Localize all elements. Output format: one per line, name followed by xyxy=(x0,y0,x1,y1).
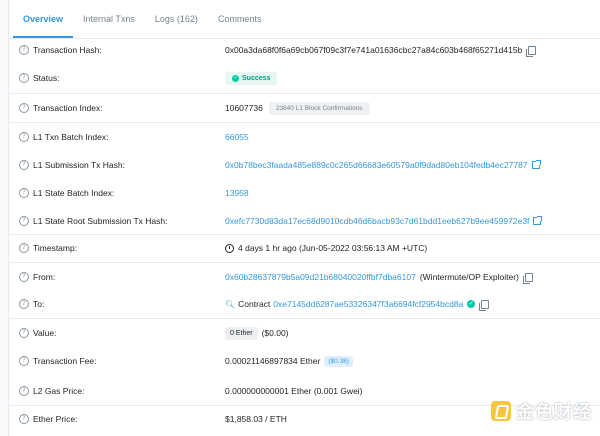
contract-prefix: Contract xyxy=(238,299,271,309)
question-circle-icon[interactable]: ? xyxy=(19,299,29,309)
tab-internal-txns[interactable]: Internal Txns xyxy=(73,0,145,38)
transaction-hash-label: Transaction Hash: xyxy=(33,45,102,55)
to-address-link[interactable]: 0xe7145dd6287ae53326347f3a6694fcf2954bcd… xyxy=(273,299,463,309)
question-circle-icon[interactable]: ? xyxy=(19,216,29,226)
row-l1-state-root-hash: ? L1 State Root Submission Tx Hash: 0xefc… xyxy=(9,207,600,235)
copy-icon[interactable] xyxy=(479,299,490,311)
transaction-index-label: Transaction Index: xyxy=(33,103,103,113)
question-circle-icon[interactable]: ? xyxy=(19,243,29,253)
row-l1-batch-index: ? L1 Txn Batch Index: 66055 xyxy=(9,123,600,151)
row-from: ? From: 0x60b28637879b5a09d21b68040020ffb… xyxy=(9,263,600,291)
question-circle-icon[interactable]: ? xyxy=(19,132,29,142)
question-circle-icon[interactable]: ? xyxy=(19,160,29,170)
tab-comments[interactable]: Comments xyxy=(208,0,272,38)
external-link-icon[interactable] xyxy=(531,160,541,169)
clock-icon xyxy=(225,243,234,253)
row-value: ? Value: 0 Ether ($0.00) xyxy=(9,319,600,347)
ether-price-value: $1,858.03 / ETH xyxy=(225,414,287,424)
transaction-fee-value: 0.00021146897834 Ether xyxy=(225,356,321,366)
question-circle-icon[interactable]: ? xyxy=(19,45,29,55)
check-circle-icon: ✓ xyxy=(232,74,239,82)
row-status: ? Status: ✓ Success xyxy=(9,64,600,92)
l1-submission-hash-link[interactable]: 0x0b78bec3faada485e889c0c265d66683e60579… xyxy=(225,160,528,170)
l1-batch-index-label: L1 Txn Batch Index: xyxy=(33,132,109,142)
question-circle-icon[interactable]: ? xyxy=(19,272,29,282)
timestamp-label: Timestamp: xyxy=(33,243,78,253)
watermark: 金色财经 xyxy=(491,398,592,424)
from-address-tag: (Wintermute/OP Exploiter) xyxy=(419,272,519,282)
question-circle-icon[interactable]: ? xyxy=(19,103,29,113)
copy-icon[interactable] xyxy=(526,45,537,57)
external-link-icon[interactable] xyxy=(533,216,543,225)
l1-submission-hash-label: L1 Submission Tx Hash: xyxy=(33,160,125,170)
question-circle-icon[interactable]: ? xyxy=(19,73,29,83)
question-circle-icon[interactable]: ? xyxy=(19,386,29,396)
transaction-hash-value: 0x00a3da68f0f6a69cb067f09c3f7e741a01636c… xyxy=(225,45,523,55)
question-circle-icon[interactable]: ? xyxy=(19,188,29,198)
value-amount-badge: 0 Ether xyxy=(225,326,258,340)
copy-icon[interactable] xyxy=(522,272,533,284)
transaction-details-card: Overview Internal Txns Logs (162) Commen… xyxy=(8,0,600,436)
row-l1-submission-hash: ? L1 Submission Tx Hash: 0x0b78bec3faada4… xyxy=(9,151,600,179)
watermark-logo-icon xyxy=(491,401,511,421)
question-circle-icon[interactable]: ? xyxy=(19,328,29,338)
tab-overview[interactable]: Overview xyxy=(13,0,74,38)
from-label: From: xyxy=(33,272,56,282)
l2-gas-price-label: L2 Gas Price: xyxy=(33,386,85,396)
ether-price-label: Ether Price: xyxy=(33,414,78,424)
row-to: ? To: 🔍︎ Contract 0xe7145dd6287ae53326347f3… xyxy=(9,290,600,318)
value-usd: ($0.00) xyxy=(261,328,289,338)
check-circle-icon: ✓ xyxy=(467,300,476,308)
timestamp-value: 4 days 1 hr ago (Jun-05-2022 03:56:13 AM… xyxy=(238,243,428,253)
contract-icon: 🔍︎ xyxy=(225,299,236,309)
row-l1-state-batch-index: ? L1 State Batch Index: 13958 xyxy=(9,179,600,207)
confirmations-badge: 23840 L1 Block Confirmations xyxy=(268,101,370,115)
from-address-link[interactable]: 0x60b28637879b5a09d21b68040020ffbf7dba61… xyxy=(225,272,416,282)
tab-bar: Overview Internal Txns Logs (162) Commen… xyxy=(9,0,600,39)
l1-state-batch-link[interactable]: 13958 xyxy=(225,188,249,198)
l1-state-root-hash-label: L1 State Root Submission Tx Hash: xyxy=(33,216,168,226)
row-transaction-index: ? Transaction Index: 10607736 23840 L1 Blo… xyxy=(9,94,600,122)
transaction-index-value: 10607736 xyxy=(225,103,263,113)
watermark-text: 金色财经 xyxy=(516,402,592,423)
row-timestamp: ? Timestamp: 4 days 1 hr ago (Jun-05-2022… xyxy=(9,234,600,262)
tab-logs[interactable]: Logs (162) xyxy=(145,0,208,38)
l1-batch-index-link[interactable]: 66055 xyxy=(225,132,249,142)
row-transaction-hash: ? Transaction Hash: 0x00a3da68f0f6a69cb06… xyxy=(9,36,600,64)
status-badge: ✓ Success xyxy=(225,71,278,85)
value-label: Value: xyxy=(33,328,57,338)
fee-usd-badge: ($0.38) xyxy=(324,355,353,367)
to-label: To: xyxy=(33,299,45,309)
status-text: Success xyxy=(242,74,271,82)
l2-gas-price-value: 0.000000000001 Ether (0.001 Gwei) xyxy=(225,386,363,396)
l1-state-batch-label: L1 State Batch Index: xyxy=(33,188,115,198)
question-circle-icon[interactable]: ? xyxy=(19,356,29,366)
l1-state-root-hash-link[interactable]: 0xefc7730d83da17ec68d9010cdb46d6bacb93c7… xyxy=(225,216,529,226)
transaction-fee-label: Transaction Fee: xyxy=(33,356,97,366)
question-circle-icon[interactable]: ? xyxy=(19,414,29,424)
row-transaction-fee: ? Transaction Fee: 0.00021146897834 Ether… xyxy=(9,347,600,375)
status-label: Status: xyxy=(33,73,60,83)
